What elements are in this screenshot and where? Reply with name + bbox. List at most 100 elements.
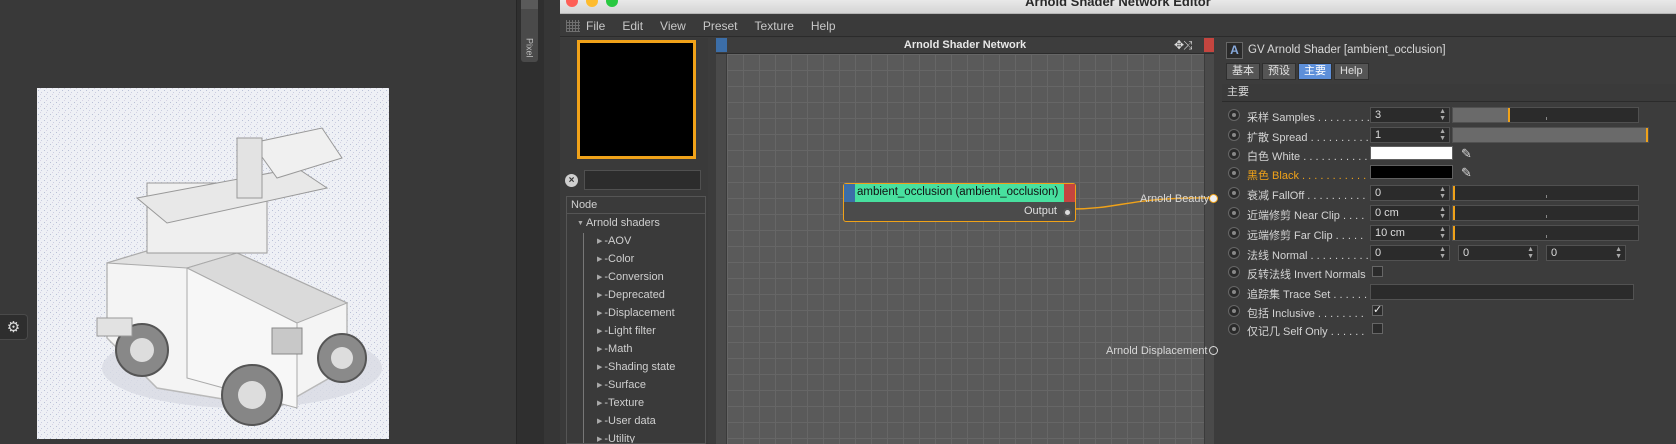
node-output-tab[interactable] xyxy=(1064,184,1075,202)
far-clip-input[interactable]: 10 cm ▲ ▼ xyxy=(1370,225,1450,241)
row-normal: 法线 Normal . . . . . . . . . . 0 ▲ ▼ 0 ▲ ▼ 0 ▲… xyxy=(1222,244,1676,263)
attribute-panel: A GV Arnold Shader [ambient_occlusion] 基… xyxy=(1222,38,1676,444)
invert-normals-label: 反转法线 Invert Normals xyxy=(1247,269,1366,281)
spread-slider[interactable] xyxy=(1452,127,1649,143)
falloff-slider[interactable] xyxy=(1452,185,1639,201)
tab-basic[interactable]: 基本 xyxy=(1226,63,1260,80)
stepper-icon[interactable]: ▲ ▼ xyxy=(1439,128,1446,142)
animate-radio[interactable] xyxy=(1228,305,1240,317)
near-clip-input[interactable]: 0 cm ▲ ▼ xyxy=(1370,205,1450,221)
attribute-tabs: 基本 预设 主要 Help xyxy=(1226,63,1369,80)
normal-x-input[interactable]: 0 ▲ ▼ xyxy=(1370,245,1450,261)
falloff-input[interactable]: 0 ▲ ▼ xyxy=(1370,185,1450,201)
attribute-title-bar: A GV Arnold Shader [ambient_occlusion] xyxy=(1222,40,1676,60)
normal-y-input[interactable]: 0 ▲ ▼ xyxy=(1458,245,1538,261)
stepper-icon[interactable]: ▲ ▼ xyxy=(1439,226,1446,240)
slider-knob[interactable] xyxy=(1453,186,1455,200)
tab-preset[interactable]: 预设 xyxy=(1262,63,1296,80)
animate-radio[interactable] xyxy=(1228,167,1240,179)
arnold-beauty-port[interactable] xyxy=(1209,194,1218,203)
normal-z-input[interactable]: 0 ▲ ▼ xyxy=(1546,245,1626,261)
slider-fill xyxy=(1453,108,1511,122)
row-far-clip: 远端修剪 Far Clip . . . . . 10 cm ▲ ▼ xyxy=(1222,224,1676,243)
stepper-icon[interactable]: ▲ ▼ xyxy=(1439,186,1446,200)
self-only-checkbox[interactable] xyxy=(1372,323,1383,334)
row-samples: 采样 Samples . . . . . . . . . . 3 ▲ ▼ xyxy=(1222,106,1676,125)
animate-radio[interactable] xyxy=(1228,109,1240,121)
row-trace-set: 追踪集 Trace Set . . . . . . xyxy=(1222,283,1676,302)
arnold-displacement-label: Arnold Displacement xyxy=(1106,345,1208,357)
output-port[interactable] xyxy=(1063,208,1072,217)
viewer-settings-button[interactable]: ⚙ xyxy=(0,314,28,340)
near-clip-label: 近端修剪 Near Clip . . . . xyxy=(1247,210,1365,222)
slider-tick xyxy=(1545,215,1547,218)
tab-main[interactable]: 主要 xyxy=(1298,63,1332,80)
arnold-beauty-label: Arnold Beauty xyxy=(1140,193,1210,205)
arnold-displacement-port[interactable] xyxy=(1209,346,1218,355)
row-inclusive: 包括 Inclusive . . . . . . . . ✓ xyxy=(1222,302,1676,321)
samples-label: 采样 Samples . . . . . . . . . . xyxy=(1247,112,1376,124)
tab-help[interactable]: Help xyxy=(1334,63,1369,80)
slider-knob[interactable] xyxy=(1453,226,1455,240)
row-near-clip: 近端修剪 Near Clip . . . . 0 cm ▲ ▼ xyxy=(1222,204,1676,223)
white-color-swatch[interactable] xyxy=(1370,146,1453,160)
spread-label: 扩散 Spread . . . . . . . . . . . xyxy=(1247,132,1375,144)
slider-knob[interactable] xyxy=(1453,206,1455,220)
stepper-icon[interactable]: ▲ ▼ xyxy=(1527,246,1534,260)
trace-set-input[interactable] xyxy=(1370,284,1634,300)
animate-radio[interactable] xyxy=(1228,129,1240,141)
viewer-divider xyxy=(516,0,544,444)
row-white: 白色 White . . . . . . . . . . . ✎ xyxy=(1222,145,1676,164)
attribute-title: GV Arnold Shader [ambient_occlusion] xyxy=(1248,44,1446,56)
animate-radio[interactable] xyxy=(1228,247,1240,259)
section-header: 主要 xyxy=(1222,84,1676,102)
animate-radio[interactable] xyxy=(1228,187,1240,199)
falloff-label: 衰减 FallOff . . . . . . . . . . xyxy=(1247,190,1366,202)
black-label: 黑色 Black . . . . . . . . . . . xyxy=(1247,170,1367,182)
far-clip-slider[interactable] xyxy=(1452,225,1639,241)
eyedropper-icon[interactable]: ✎ xyxy=(1461,146,1472,162)
slider-knob[interactable] xyxy=(1508,108,1511,122)
side-tab-top[interactable] xyxy=(521,0,538,9)
black-color-swatch[interactable] xyxy=(1370,165,1453,179)
slider-fill xyxy=(1453,128,1648,142)
shader-network-editor: Arnold Shader Network Editor File Edit V… xyxy=(560,0,1676,444)
arnold-logo-icon: A xyxy=(1226,41,1243,59)
animate-radio[interactable] xyxy=(1228,266,1240,278)
slider-tick xyxy=(1545,117,1547,120)
normal-label: 法线 Normal . . . . . . . . . . xyxy=(1247,250,1369,262)
row-self-only: 仅记几 Self Only . . . . . . xyxy=(1222,320,1676,339)
pixel-side-tab[interactable]: Pixel xyxy=(521,0,538,62)
row-black: 黑色 Black . . . . . . . . . . . ✎ xyxy=(1222,164,1676,183)
node-name: ambient_occlusion (ambient_occlusion) xyxy=(857,186,1059,198)
eyedropper-icon[interactable]: ✎ xyxy=(1461,165,1472,181)
slider-tick xyxy=(1545,195,1547,198)
animate-radio[interactable] xyxy=(1228,286,1240,298)
inclusive-checkbox[interactable]: ✓ xyxy=(1372,305,1383,316)
stepper-icon[interactable]: ▲ ▼ xyxy=(1439,108,1446,122)
node-input-tab[interactable] xyxy=(844,184,855,202)
animate-radio[interactable] xyxy=(1228,207,1240,219)
inclusive-label: 包括 Inclusive . . . . . . . . xyxy=(1247,308,1364,320)
stepper-icon[interactable]: ▲ ▼ xyxy=(1439,246,1446,260)
animate-radio[interactable] xyxy=(1228,148,1240,160)
spread-input[interactable]: 1 ▲ ▼ xyxy=(1370,127,1450,143)
near-clip-slider[interactable] xyxy=(1452,205,1639,221)
render-image xyxy=(37,88,389,439)
slider-knob[interactable] xyxy=(1646,128,1648,142)
stepper-icon[interactable]: ▲ ▼ xyxy=(1615,246,1622,260)
row-falloff: 衰减 FallOff . . . . . . . . . . 0 ▲ ▼ xyxy=(1222,184,1676,203)
trace-set-label: 追踪集 Trace Set . . . . . . xyxy=(1247,289,1368,301)
connection-wire xyxy=(1071,197,1211,210)
row-invert-normals: 反转法线 Invert Normals xyxy=(1222,263,1676,282)
stepper-icon[interactable]: ▲ ▼ xyxy=(1439,206,1446,220)
invert-normals-checkbox[interactable] xyxy=(1372,266,1383,277)
samples-input[interactable]: 3 ▲ ▼ xyxy=(1370,107,1450,123)
animate-radio[interactable] xyxy=(1228,227,1240,239)
samples-slider[interactable] xyxy=(1452,107,1639,123)
animate-radio[interactable] xyxy=(1228,323,1240,335)
row-spread: 扩散 Spread . . . . . . . . . . . 1 ▲ ▼ xyxy=(1222,126,1676,145)
self-only-label: 仅记几 Self Only . . . . . . xyxy=(1247,326,1365,338)
ambient-occlusion-node[interactable]: ambient_occlusion (ambient_occlusion) Ou… xyxy=(843,183,1076,222)
far-clip-label: 远端修剪 Far Clip . . . . . xyxy=(1247,230,1364,242)
